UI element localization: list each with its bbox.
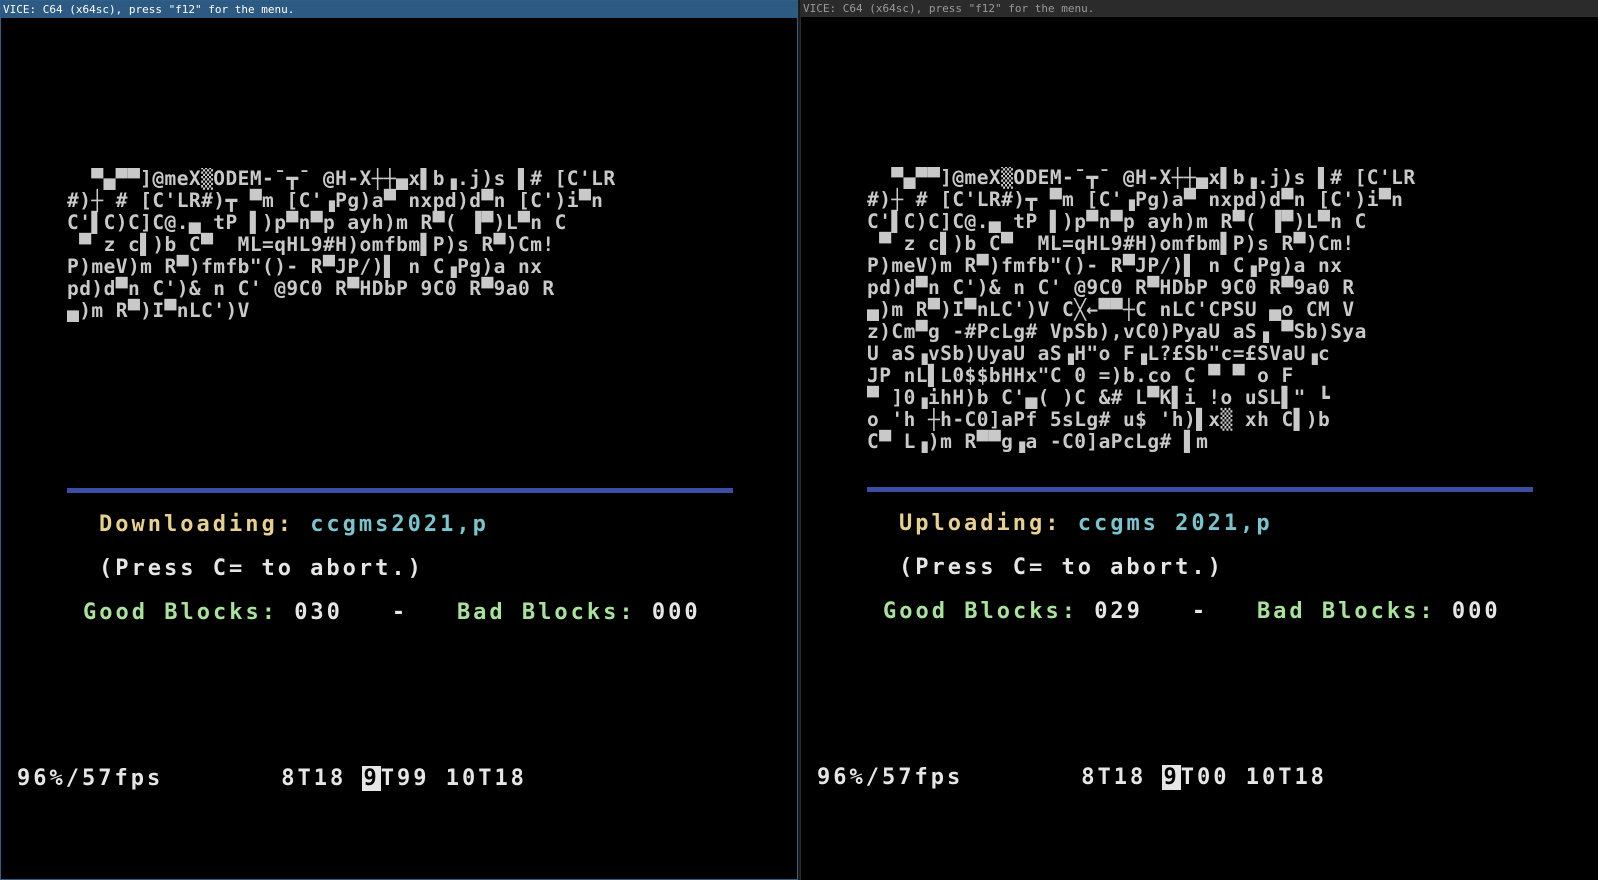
terminal-garbage-text: ▀▄▀▀]@meX▒ODEM-¯┳¯ @H-X┼┼▄x▌b▗.j)s ▌# [C… [67, 168, 733, 322]
divider-bar [867, 487, 1533, 492]
drive9-status: T00 [1180, 765, 1230, 790]
drive10-status: 10T18 [1245, 765, 1327, 790]
transfer-label: Downloading: [99, 512, 311, 537]
garbage-line: pd)d▀n C')& n C' @9C0 R▀HDbP 9C0 R▀9a0 R [67, 277, 555, 300]
garbage-line: C'▌C)C]C@.▄ tP ▌)p▀n▀p ayh)m R▀( ▐▀)L▀n … [867, 210, 1367, 233]
garbage-line: P)meV)m R▀)fmfb"()- R▀JP/)▌ n C▗Pg)a nx [67, 255, 543, 278]
desktop: VICE: C64 (x64sc), press "f12" for the m… [0, 0, 1598, 880]
garbage-line: ▀▄▀▀]@meX▒ODEM-¯┳¯ @H-X┼┼▄x▌b▗.j)s ▌# [C… [867, 167, 1416, 189]
garbage-line: ▀ z c▌)b C▀ ML=qHL9#H)omfbm▌P)s R▀)Cm! [867, 232, 1355, 255]
garbage-line: C▀ L▗)m R▀▀g▗a -C0]aPcLg# ▌m [867, 430, 1209, 453]
drive9-led: 9 [362, 766, 381, 791]
block-counts: Good Blocks: 030 - Bad Blocks: 000 [83, 600, 701, 626]
garbage-line: pd)d▀n C')& n C' @9C0 R▀HDbP 9C0 R▀9a0 R [867, 276, 1355, 299]
garbage-line: P)meV)m R▀)fmfb"()- R▀JP/)▌ n C▗Pg)a nx [867, 254, 1343, 277]
drive10-status: 10T18 [445, 766, 527, 791]
bad-blocks-label: Bad Blocks: [1256, 599, 1452, 624]
c64-screen[interactable]: ▀▄▀▀]@meX▒ODEM-¯┳¯ @H-X┼┼▄x▌b▗.j)s ▌# [C… [801, 17, 1598, 880]
statusbar: 96%/57fps 8T18 9T00 10T18 [817, 765, 1327, 791]
transfer-status: Downloading: ccgms2021,p [99, 512, 489, 538]
blocks-separator: - [391, 600, 409, 625]
good-blocks-label: Good Blocks: [83, 600, 295, 625]
abort-hint: (Press C= to abort.) [899, 555, 1224, 580]
garbage-line: ▀▄▀▀]@meX▒ODEM-¯┳¯ @H-X┼┼▄x▌b▗.j)s ▌# [C… [67, 168, 616, 190]
drive9-status: T99 [380, 766, 430, 791]
performance-readout: 96%/57fps [817, 765, 964, 790]
good-blocks-label: Good Blocks: [883, 599, 1095, 624]
garbage-line: ▀ ]0▗ihH)b C'▄( )C &# L▀K▌i !o uSL▌" ┗ [867, 386, 1331, 409]
garbage-line: ▄)m R▀)I▀nLC')V C╳←▀▀┼C nLC'CPSU ▄o CM V [867, 298, 1355, 321]
block-counts: Good Blocks: 029 - Bad Blocks: 000 [883, 599, 1501, 625]
terminal-garbage-text: ▀▄▀▀]@meX▒ODEM-¯┳¯ @H-X┼┼▄x▌b▗.j)s ▌# [C… [867, 167, 1533, 453]
garbage-line: z)Cm▀g -#PcLg# VpSb),vC0)PyaU aS▗ ▀Sb)Sy… [867, 320, 1367, 343]
garbage-line: C'▌C)C]C@.▄ tP ▌)p▀n▀p ayh)m R▀( ▐▀)L▀n … [67, 211, 567, 234]
garbage-line: #)┼ # [C'LR#)┳ ▀m [C'▗Pg)a▀ nxpd)d▀n [C'… [67, 189, 604, 212]
good-blocks-value: 030 [294, 600, 343, 625]
performance-readout: 96%/57fps [17, 766, 164, 791]
garbage-line: ▀ z c▌)b C▀ ML=qHL9#H)omfbm▌P)s R▀)Cm! [67, 233, 555, 256]
vice-window-left[interactable]: VICE: C64 (x64sc), press "f12" for the m… [0, 0, 798, 880]
bad-blocks-label: Bad Blocks: [456, 600, 652, 625]
garbage-line: JP nL▌L0$$bHHx"C 0 =)b.co C ▀ ▀ o F [867, 364, 1294, 387]
drive8-status: 8T18 [1081, 765, 1147, 790]
bad-blocks-value: 000 [1451, 599, 1501, 624]
c64-screen[interactable]: ▀▄▀▀]@meX▒ODEM-¯┳¯ @H-X┼┼▄x▌b▗.j)s ▌# [C… [1, 18, 797, 879]
transfer-label: Uploading: [899, 511, 1078, 536]
blocks-separator: - [1191, 599, 1209, 624]
window-titlebar[interactable]: VICE: C64 (x64sc), press "f12" for the m… [801, 0, 1598, 17]
window-titlebar[interactable]: VICE: C64 (x64sc), press "f12" for the m… [1, 1, 797, 18]
drive8-status: 8T18 [281, 766, 347, 791]
garbage-line: ▄)m R▀)I▀nLC')V [67, 299, 250, 322]
transfer-filename: ccgms 2021,p [1077, 511, 1273, 536]
transfer-status: Uploading: ccgms 2021,p [899, 511, 1273, 537]
transfer-filename: ccgms2021,p [310, 512, 489, 537]
vice-window-right[interactable]: VICE: C64 (x64sc), press "f12" for the m… [800, 0, 1598, 880]
garbage-line: o 'h ┼h-C0]aPf 5sLg# u$ 'h)▌x▒ xh C▌)b [867, 408, 1331, 431]
divider-bar [67, 488, 733, 493]
garbage-line: U aS▗vSb)UyaU aS▗H"o F▗L?£Sb"c=£SVaU▗c [867, 342, 1331, 365]
bad-blocks-value: 000 [651, 600, 701, 625]
good-blocks-value: 029 [1094, 599, 1143, 624]
garbage-line: #)┼ # [C'LR#)┳ ▀m [C'▗Pg)a▀ nxpd)d▀n [C'… [867, 188, 1404, 211]
statusbar: 96%/57fps 8T18 9T99 10T18 [17, 766, 527, 792]
drive9-led: 9 [1162, 765, 1181, 790]
abort-hint: (Press C= to abort.) [99, 556, 424, 581]
